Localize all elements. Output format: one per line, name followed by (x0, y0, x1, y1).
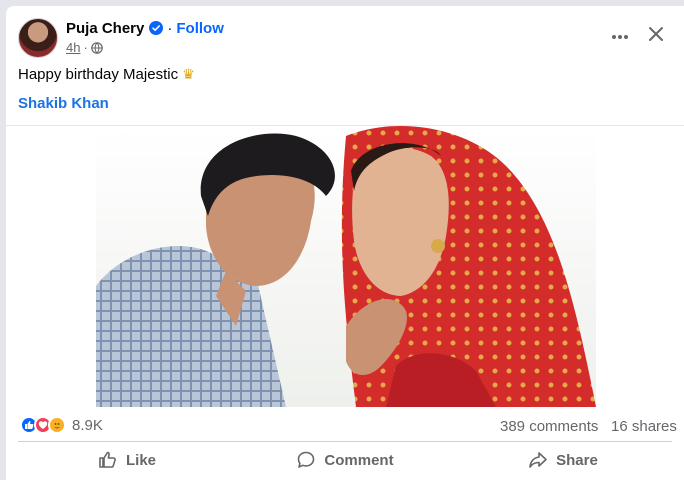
close-icon (648, 26, 664, 47)
meta-separator: · (83, 40, 88, 55)
post-timestamp[interactable]: 4h (66, 40, 80, 55)
crown-emoji-icon: ♛ (182, 66, 195, 82)
post-stats: 8.9K 389 comments 16 shares (6, 412, 684, 440)
like-thumb-icon (99, 451, 116, 468)
name-separator: · (167, 19, 173, 37)
actions-divider (18, 441, 672, 442)
author-avatar[interactable] (18, 18, 58, 58)
globe-icon (91, 41, 103, 54)
post-photo[interactable] (6, 126, 684, 407)
comment-bubble-icon (298, 451, 315, 468)
reactions-count[interactable]: 8.9K (72, 417, 103, 434)
share-arrow-icon (529, 452, 547, 468)
close-button[interactable] (640, 22, 672, 50)
like-label: Like (125, 451, 156, 469)
more-options-button[interactable] (604, 22, 636, 50)
caption-text: Happy birthday Majestic (18, 66, 179, 83)
comment-button[interactable]: Comment (236, 444, 454, 476)
share-label: Share (556, 451, 598, 469)
follow-button[interactable]: Follow (176, 20, 224, 37)
photo-image (96, 126, 596, 407)
share-button[interactable]: Share (454, 444, 672, 476)
verified-badge-icon (149, 21, 164, 35)
like-button[interactable]: Like (18, 444, 236, 476)
care-reaction-icon (48, 416, 66, 434)
post-meta: 4h · (66, 40, 103, 55)
more-dots-icon (611, 27, 629, 45)
comments-count[interactable]: 389 comments (500, 418, 598, 435)
reactions-summary[interactable]: 8.9K (20, 416, 103, 434)
post-caption: Happy birthday Majestic ♛ (18, 66, 195, 83)
author-name[interactable]: Puja Chery (66, 20, 144, 37)
shares-count[interactable]: 16 shares (611, 418, 677, 435)
post-card: Puja Chery · Follow 4h · Happy birthday … (6, 6, 684, 480)
mention-link[interactable]: Shakib Khan (18, 95, 109, 112)
author-name-row: Puja Chery · Follow (66, 18, 224, 38)
post-actions: Like Comment Share (18, 444, 672, 476)
comment-label: Comment (324, 451, 394, 469)
post-header: Puja Chery · Follow 4h · (6, 6, 684, 62)
